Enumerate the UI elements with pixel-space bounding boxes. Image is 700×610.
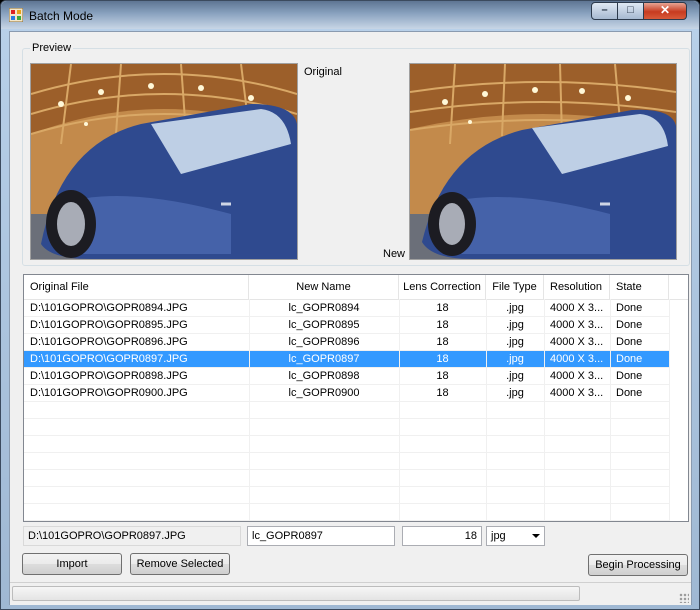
status-bar (10, 582, 691, 605)
cell-new-name: lc_GOPR0898 (288, 370, 360, 382)
grid-line (24, 486, 669, 487)
grid-line (24, 350, 669, 351)
cell-lens-correction: 18 (436, 353, 449, 365)
cell-new-name: lc_GOPR0894 (288, 302, 360, 314)
original-path-field: D:\101GOPRO\GOPR0897.JPG (23, 526, 241, 546)
new-preview-image (409, 63, 677, 260)
cell-original-file: D:\101GOPRO\GOPR0895.JPG (30, 319, 188, 331)
original-preview-image (30, 63, 298, 260)
processing-progress-bar (12, 586, 580, 601)
new-name-field[interactable]: lc_GOPR0897 (247, 526, 395, 546)
preview-group: Preview Original New (22, 42, 690, 266)
cell-lens-correction: 18 (436, 387, 449, 399)
cell-resolution: 4000 X 3... (550, 336, 604, 348)
window-title: Batch Mode (29, 9, 94, 23)
cell-file-type: .jpg (506, 387, 524, 399)
maximize-button[interactable]: □ (617, 2, 644, 20)
cell-original-file: D:\101GOPRO\GOPR0900.JPG (30, 387, 188, 399)
grid-line (24, 469, 669, 470)
cell-state: Done (616, 319, 643, 331)
cell-lens-correction: 18 (436, 319, 449, 331)
cell-new-name: lc_GOPR0895 (288, 319, 360, 331)
cell-file-type: .jpg (506, 336, 524, 348)
preview-group-label: Preview (30, 42, 74, 54)
table-row[interactable]: D:\101GOPRO\GOPR0896.JPG lc_GOPR0896 18 .jp… (24, 334, 669, 351)
cell-original-file: D:\101GOPRO\GOPR0896.JPG (30, 336, 188, 348)
column-lens-correction[interactable]: Lens Correction (399, 275, 486, 299)
cell-state: Done (616, 336, 643, 348)
cell-resolution: 4000 X 3... (550, 302, 604, 314)
table-row[interactable]: D:\101GOPRO\GOPR0895.JPG lc_GOPR0895 18 .jp… (24, 317, 669, 334)
cell-new-name: lc_GOPR0900 (288, 387, 360, 399)
grid-column-line (544, 299, 545, 521)
title-bar[interactable]: Batch Mode – □ ✕ (1, 1, 699, 29)
cell-file-type: .jpg (506, 302, 524, 314)
grid-line (24, 435, 669, 436)
remove-selected-button[interactable]: Remove Selected (130, 553, 230, 575)
list-header: Original File New Name Lens Correction F… (24, 275, 688, 300)
cell-lens-correction: 18 (436, 370, 449, 382)
minimize-button[interactable]: – (591, 2, 618, 20)
grid-column-line (610, 299, 611, 521)
cell-original-file: D:\101GOPRO\GOPR0898.JPG (30, 370, 188, 382)
begin-processing-button[interactable]: Begin Processing (588, 554, 688, 576)
cell-original-file: D:\101GOPRO\GOPR0894.JPG (30, 302, 188, 314)
grid-line (24, 520, 669, 521)
cell-state: Done (616, 353, 643, 365)
grid-column-line (249, 299, 250, 521)
column-state[interactable]: State (610, 275, 669, 299)
cell-state: Done (616, 387, 643, 399)
column-original-file[interactable]: Original File (24, 275, 249, 299)
cell-lens-correction: 18 (436, 336, 449, 348)
file-type-dropdown[interactable]: jpg (486, 526, 545, 546)
grid-line (24, 384, 669, 385)
cell-resolution: 4000 X 3... (550, 319, 604, 331)
cell-state: Done (616, 370, 643, 382)
cell-new-name: lc_GOPR0897 (288, 353, 360, 365)
grid-column-line (486, 299, 487, 521)
table-row[interactable]: D:\101GOPRO\GOPR0897.JPG lc_GOPR0897 18 .jp… (24, 351, 669, 368)
cell-file-type: .jpg (506, 353, 524, 365)
client-area: Preview Original New Original File New N… (9, 31, 692, 605)
column-resolution[interactable]: Resolution (544, 275, 610, 299)
table-row[interactable]: D:\101GOPRO\GOPR0898.JPG lc_GOPR0898 18 .jp… (24, 368, 669, 385)
table-row[interactable]: D:\101GOPRO\GOPR0900.JPG lc_GOPR0900 18 .jp… (24, 385, 669, 402)
lens-correction-field[interactable]: 18 (402, 526, 482, 546)
chevron-down-icon (532, 534, 540, 538)
grid-column-line (669, 299, 670, 521)
grid-column-line (399, 299, 400, 521)
column-filler (669, 275, 688, 299)
import-button[interactable]: Import (22, 553, 122, 575)
grid-line (24, 316, 669, 317)
cell-original-file: D:\101GOPRO\GOPR0897.JPG (30, 353, 188, 365)
grid-line (24, 418, 669, 419)
grid-line (24, 333, 669, 334)
batch-mode-window: Batch Mode – □ ✕ Preview Original New Or… (0, 0, 700, 610)
cell-resolution: 4000 X 3... (550, 353, 604, 365)
resize-grip-icon[interactable] (679, 593, 689, 603)
grid-line (24, 503, 669, 504)
original-label: Original (304, 66, 342, 78)
cell-new-name: lc_GOPR0896 (288, 336, 360, 348)
app-icon (9, 8, 23, 22)
grid-line (24, 367, 669, 368)
cell-file-type: .jpg (506, 370, 524, 382)
table-row[interactable]: D:\101GOPRO\GOPR0894.JPG lc_GOPR0894 18 .jp… (24, 300, 669, 317)
cell-file-type: .jpg (506, 319, 524, 331)
new-label: New (383, 248, 406, 260)
close-button[interactable]: ✕ (643, 2, 687, 20)
batch-file-list[interactable]: Original File New Name Lens Correction F… (23, 274, 689, 522)
column-file-type[interactable]: File Type (486, 275, 544, 299)
cell-resolution: 4000 X 3... (550, 387, 604, 399)
column-new-name[interactable]: New Name (249, 275, 399, 299)
cell-lens-correction: 18 (436, 302, 449, 314)
cell-resolution: 4000 X 3... (550, 370, 604, 382)
grid-line (24, 401, 669, 402)
cell-state: Done (616, 302, 643, 314)
file-type-value: jpg (491, 530, 506, 542)
grid-line (24, 452, 669, 453)
